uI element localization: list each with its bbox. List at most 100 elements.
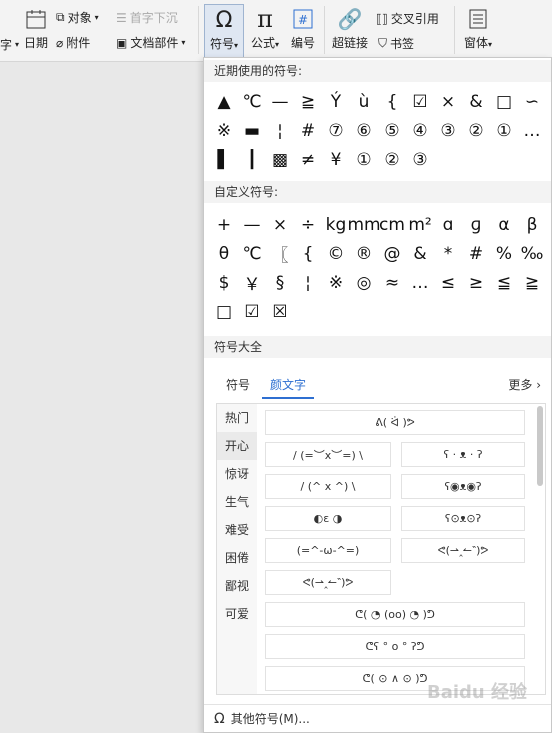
recent-symbol-cell[interactable]: × xyxy=(434,87,462,116)
custom-symbol-cell[interactable]: # xyxy=(462,239,490,268)
recent-symbol-cell[interactable]: … xyxy=(518,116,546,145)
more-link[interactable]: 更多 › xyxy=(508,376,541,393)
custom-symbol-cell[interactable]: — xyxy=(238,210,266,239)
recent-symbol-cell[interactable]: ⑤ xyxy=(378,116,406,145)
kaomoji-item[interactable]: (=^-ω-^=) xyxy=(265,538,391,563)
hyperlink-button[interactable]: 🔗 超链接 xyxy=(330,4,370,51)
recent-symbol-cell[interactable]: ⑥ xyxy=(350,116,378,145)
kaomoji-item[interactable]: / (=︶x︶=) \ xyxy=(265,442,391,467)
kaomoji-item[interactable]: ᕦʕ ° o ° ʔᕤ xyxy=(265,634,525,659)
custom-symbol-cell[interactable]: § xyxy=(266,268,294,297)
recent-symbol-cell[interactable]: ▬ xyxy=(238,116,266,145)
custom-symbol-cell[interactable]: + xyxy=(210,210,238,239)
custom-symbol-cell[interactable]: { xyxy=(294,239,322,268)
custom-symbol-cell[interactable]: × xyxy=(266,210,294,239)
date-button[interactable]: 日期 xyxy=(22,4,50,51)
custom-symbol-cell[interactable]: ≧ xyxy=(518,268,546,297)
recent-symbol-cell[interactable]: ④ xyxy=(406,116,434,145)
custom-symbol-cell[interactable]: ≦ xyxy=(490,268,518,297)
custom-symbol-cell[interactable]: 〖 xyxy=(266,239,294,268)
kaomoji-item[interactable]: ʕ◉ᴥ◉ʔ xyxy=(401,474,525,499)
custom-symbol-cell[interactable]: ☑ xyxy=(238,297,266,326)
custom-symbol-cell[interactable]: m² xyxy=(406,210,434,239)
custom-symbol-cell[interactable]: θ xyxy=(210,239,238,268)
recent-symbol-cell[interactable]: ① xyxy=(350,145,378,174)
recent-symbol-cell[interactable]: ② xyxy=(462,116,490,145)
recent-symbol-cell[interactable]: ù xyxy=(350,87,378,116)
attach-button[interactable]: ⌀ 附件 xyxy=(56,34,90,51)
custom-symbol-cell[interactable]: © xyxy=(322,239,350,268)
recent-symbol-cell[interactable]: ℃ xyxy=(238,87,266,116)
custom-symbol-cell[interactable]: % xyxy=(490,239,518,268)
custom-symbol-cell[interactable]: $ xyxy=(210,268,238,297)
bookmark-button[interactable]: ⛉ 书签 xyxy=(378,35,414,52)
custom-symbol-cell[interactable]: @ xyxy=(378,239,406,268)
kaomoji-item[interactable]: / (^ x ^) \ xyxy=(265,474,391,499)
recent-symbol-cell[interactable]: ≧ xyxy=(294,87,322,116)
kaomoji-item[interactable]: ◐ε ◑ xyxy=(265,506,391,531)
recent-symbol-cell[interactable]: ┃ xyxy=(238,145,266,174)
custom-symbol-cell[interactable]: * xyxy=(434,239,462,268)
custom-symbol-cell[interactable]: ≤ xyxy=(434,268,462,297)
recent-symbol-cell[interactable]: # xyxy=(294,116,322,145)
kaomoji-item[interactable]: ʕ · ᴥ · ʔ xyxy=(401,442,525,467)
kaomoji-category[interactable]: 生气 xyxy=(217,488,257,516)
recent-symbol-cell[interactable]: □ xyxy=(490,87,518,116)
window-button[interactable]: 窗体▾ xyxy=(460,4,496,51)
recent-symbol-cell[interactable]: ⑦ xyxy=(322,116,350,145)
kaomoji-category[interactable]: 可爱 xyxy=(217,600,257,628)
custom-symbol-cell[interactable]: □ xyxy=(210,297,238,326)
kaomoji-category[interactable]: 难受 xyxy=(217,516,257,544)
kaomoji-item[interactable]: ᕙ(⇀‸↼‶)ᕗ xyxy=(265,570,391,595)
kaomoji-item[interactable]: ʕ⊙ᴥ⊙ʔ xyxy=(401,506,525,531)
kaomoji-item[interactable]: ᕕ( ᐛ )ᕗ xyxy=(265,410,525,435)
formula-button[interactable]: π 公式▾ xyxy=(248,4,282,51)
docparts-button[interactable]: ▣ 文档部件 ▾ xyxy=(116,34,185,51)
kaomoji-item[interactable]: ᕦ( ◔ (oo) ◔ )ᕤ xyxy=(265,602,525,627)
recent-symbol-cell[interactable]: ③ xyxy=(434,116,462,145)
recent-symbol-cell[interactable]: & xyxy=(462,87,490,116)
custom-symbol-cell[interactable]: kg xyxy=(322,210,350,239)
custom-symbol-cell[interactable]: ¦ xyxy=(294,268,322,297)
crossref-button[interactable]: ⟦⟧ 交叉引用 xyxy=(376,10,439,27)
tab-symbol[interactable]: 符号 xyxy=(226,376,250,393)
kaomoji-category[interactable]: 困倦 xyxy=(217,544,257,572)
recent-symbol-cell[interactable]: — xyxy=(266,87,294,116)
custom-symbol-cell[interactable]: ÷ xyxy=(294,210,322,239)
custom-symbol-cell[interactable]: ≥ xyxy=(462,268,490,297)
custom-symbol-cell[interactable]: & xyxy=(406,239,434,268)
kaomoji-item[interactable]: ᕙ(⇀‸↼‶)ᕗ xyxy=(401,538,525,563)
scrollbar[interactable] xyxy=(537,406,543,486)
kaomoji-category[interactable]: 鄙视 xyxy=(217,572,257,600)
recent-symbol-cell[interactable]: ¦ xyxy=(266,116,294,145)
kaomoji-category[interactable]: 开心 xyxy=(217,432,257,460)
recent-symbol-cell[interactable]: ¥ xyxy=(322,145,350,174)
numbering-button[interactable]: # 编号 xyxy=(288,4,318,51)
custom-symbol-cell[interactable]: ɡ xyxy=(462,210,490,239)
tab-kaomoji[interactable]: 颜文字 xyxy=(262,376,315,399)
recent-symbol-cell[interactable]: ▩ xyxy=(266,145,294,174)
custom-symbol-cell[interactable]: ◎ xyxy=(350,268,378,297)
custom-symbol-cell[interactable]: ※ xyxy=(322,268,350,297)
custom-symbol-cell[interactable]: ɑ xyxy=(434,210,462,239)
recent-symbol-cell[interactable]: Ý xyxy=(322,87,350,116)
kaomoji-category[interactable]: 热门 xyxy=(217,404,257,432)
recent-symbol-cell[interactable]: ① xyxy=(490,116,518,145)
custom-symbol-cell[interactable]: β xyxy=(518,210,546,239)
dropcap-button[interactable]: ☰ 首字下沉 xyxy=(116,9,178,26)
object-button[interactable]: ⧉ 对象 ▾ xyxy=(56,9,99,26)
custom-symbol-cell[interactable]: mm xyxy=(347,210,380,239)
custom-symbol-cell[interactable]: ☒ xyxy=(266,297,294,326)
custom-symbol-cell[interactable]: … xyxy=(406,268,434,297)
recent-symbol-cell[interactable]: ☑ xyxy=(406,87,434,116)
recent-symbol-cell[interactable]: ▌ xyxy=(210,145,238,174)
other-symbols-button[interactable]: Ω 其他符号(M)... xyxy=(204,704,551,732)
custom-symbol-cell[interactable]: ® xyxy=(350,239,378,268)
ribbon-cut-item[interactable]: 字 ▾ xyxy=(0,36,19,53)
recent-symbol-cell[interactable]: ≠ xyxy=(294,145,322,174)
custom-symbol-cell[interactable]: cm xyxy=(378,210,406,239)
kaomoji-category[interactable]: 惊讶 xyxy=(217,460,257,488)
recent-symbol-cell[interactable]: ※ xyxy=(210,116,238,145)
symbol-button[interactable]: Ω 符号▾ xyxy=(204,4,244,62)
recent-symbol-cell[interactable]: ▲ xyxy=(210,87,238,116)
